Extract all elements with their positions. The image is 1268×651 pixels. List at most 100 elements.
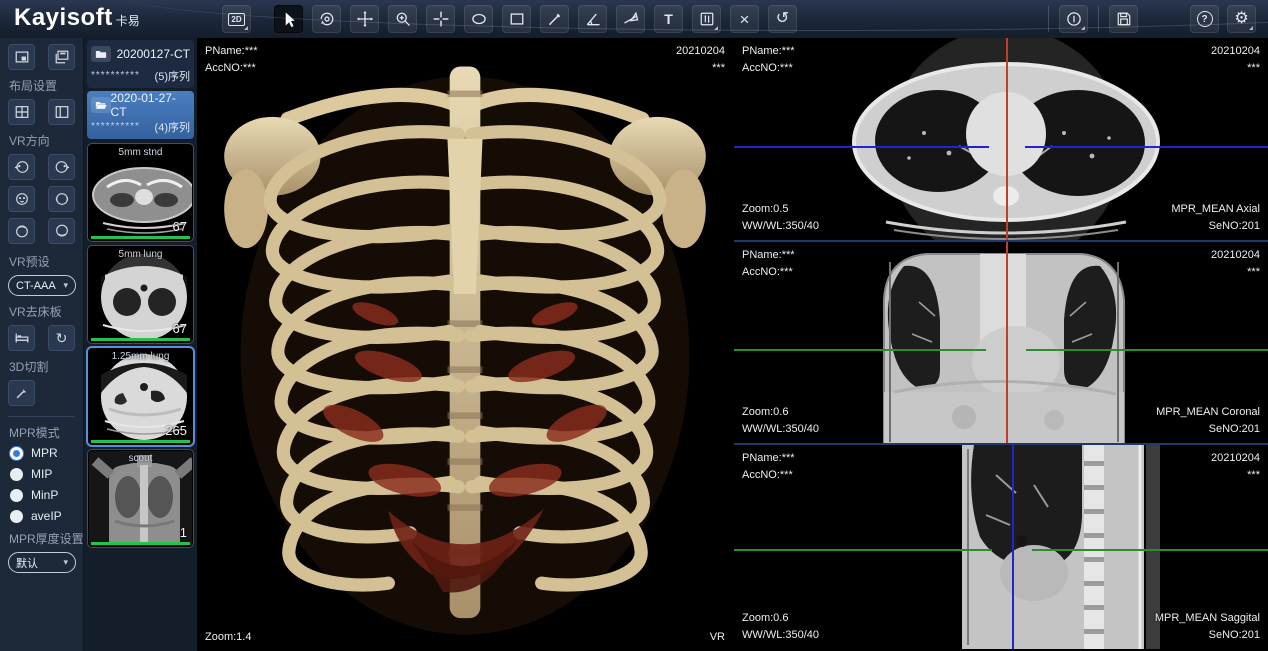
vr-orient-inferior-button[interactable] [48,218,75,244]
accno: AccNO:*** [205,60,258,77]
mpr-thickness-value: 默认 [16,555,38,571]
layout-2d-button[interactable]: 2D [222,5,251,33]
coronal-crosshair-horizontal[interactable] [1026,349,1268,351]
layout-single-view-button[interactable] [8,44,35,70]
zoom-tool-button[interactable] [388,5,417,33]
mpr-thickness-dropdown[interactable]: 默认 ▾ [8,552,76,573]
brand-name-cn: 卡易 [116,12,140,29]
axial-crosshair-horizontal[interactable] [734,146,989,148]
rectangle-roi-tool-button[interactable] [502,5,531,33]
layout-left-column-button[interactable] [48,99,75,125]
mpr-sagittal-viewport[interactable]: PName:*** AccNO:*** 20210204 *** Zoom:0.… [734,445,1268,649]
help-button[interactable]: ? [1190,5,1219,33]
mpr-axial-viewport[interactable]: PName:*** AccNO:*** 20210204 *** Zoom:0.… [734,38,1268,242]
mpr-mode-radio-aveip[interactable]: aveIP [10,509,75,523]
delete-annotation-button[interactable]: × [730,5,759,33]
layout-preset-button[interactable] [48,44,75,70]
mpr-mode-radio-minp[interactable]: MinP [10,488,75,502]
vr-orient-anterior-button[interactable] [8,186,35,212]
vr-viewport[interactable]: PName:*** AccNO:*** 20210204 *** Zoom:1.… [197,38,733,651]
series-number: SeNO:201 [1171,218,1260,235]
ellipse-roi-tool-button[interactable] [464,5,493,33]
thumbnail-loaded-bar [91,542,190,545]
study-item-1[interactable]: 20200127-CT ********** (5)序列 [87,40,194,88]
angle-tool-button[interactable] [578,5,607,33]
masked: *** [1211,60,1260,77]
series-thumbnail-5mm-lung[interactable]: 5mm lung 67 [88,246,193,343]
radio-icon [10,489,23,502]
vr-orient-left-button[interactable] [8,154,35,180]
axial-crosshair-vertical[interactable] [1006,38,1008,242]
zoom-icon [394,10,412,28]
mpr-mode-radio-mip[interactable]: MIP [10,467,75,481]
mpr-mode-radio-mpr[interactable]: MPR [10,446,75,460]
thumbnail-label: scout [89,453,192,464]
series-thumbnail-1-25mm-lung[interactable]: 1.25mm lung 265 [88,348,193,445]
window-level: WW/WL:350/40 [742,218,819,235]
thumbnail-loaded-bar [91,338,190,341]
study-item-2-selected[interactable]: 2020-01-27-CT ********** (4)序列 [87,91,194,139]
pname: PName:*** [742,450,795,467]
masked: *** [676,60,725,77]
crosshair-icon [432,10,450,28]
reset-view-button[interactable]: ↺ [768,5,797,33]
sagittal-crosshair-horizontal[interactable] [1032,549,1268,551]
folder-open-icon [91,97,111,113]
patient-masked-name: ********** [91,72,140,80]
settings-button[interactable]: ⚙ [1227,5,1256,33]
head-left-icon [14,159,30,175]
study-title: 20200127-CT [117,47,190,61]
study-title: 2020-01-27-CT [111,91,190,119]
vr-orient-posterior-button[interactable] [48,186,75,212]
circled-one-dropdown-button[interactable] [1059,5,1088,33]
coronal-patient-overlay: PName:*** AccNO:*** [742,247,795,281]
vr-orient-right-button[interactable] [48,154,75,180]
radio-label: aveIP [31,509,62,523]
cut-3d-label: 3D切割 [9,358,75,375]
pname: PName:*** [742,247,795,264]
radio-label: MPR [31,446,58,460]
cobb-angle-tool-button[interactable] [616,5,645,33]
pencil-measure-icon [546,10,564,28]
cobb-angle-icon [622,10,640,28]
remove-bed-button[interactable] [8,325,35,351]
coronal-plane-overlay: MPR_MEAN Coronal SeNO:201 [1156,404,1260,438]
vr-orient-superior-button[interactable] [8,218,35,244]
ellipse-icon [470,10,488,28]
pointer-tool-button[interactable] [274,5,303,33]
pan-tool-button[interactable] [350,5,379,33]
measure-line-tool-button[interactable] [540,5,569,33]
layout-grid-2x2-button[interactable] [8,99,35,125]
patient-masked-name: ********** [91,123,140,131]
cut-3d-button[interactable] [8,380,35,406]
mpr-coronal-viewport[interactable]: PName:*** AccNO:*** 20210204 *** Zoom:0.… [734,242,1268,445]
grid-2x2-layout-icon [14,104,30,120]
crosshair-tool-button[interactable] [426,5,455,33]
vr-rendered-ribcage [197,38,733,651]
text-annotation-tool-button[interactable]: T [654,5,683,33]
thumbnail-image-count: 265 [165,423,187,438]
pname: PName:*** [205,43,258,60]
axial-crosshair-horizontal[interactable] [1025,146,1268,148]
radio-label: MinP [31,488,58,502]
coronal-crosshair-vertical[interactable] [1006,242,1008,445]
pointer-icon [280,10,298,28]
coronal-study-overlay: 20210204 *** [1211,247,1260,281]
chevron-down-icon: ▾ [63,280,68,291]
window-level-tool-button[interactable] [692,5,721,33]
coronal-zoom-overlay: Zoom:0.6 WW/WL:350/40 [742,404,819,438]
restore-bed-button[interactable]: ↻ [48,325,75,351]
axial-plane-overlay: MPR_MEAN Axial SeNO:201 [1171,201,1260,235]
sagittal-crosshair-vertical[interactable] [1012,445,1014,649]
study-date: 20210204 [1211,247,1260,264]
window-level: WW/WL:350/40 [742,627,819,644]
rotate-3d-tool-button[interactable] [312,5,341,33]
text-tool-icon: T [664,12,673,26]
vr-preset-dropdown[interactable]: CT-AAA ▾ [8,275,76,296]
tool-group-far-right: ? ⚙ [1190,5,1256,33]
series-thumbnail-scout[interactable]: scout 1 [88,450,193,547]
series-thumbnail-5mm-stnd[interactable]: 5mm stnd 67 [88,144,193,241]
coronal-crosshair-horizontal[interactable] [734,349,986,351]
sagittal-crosshair-horizontal[interactable] [734,549,992,551]
save-button[interactable] [1109,5,1138,33]
